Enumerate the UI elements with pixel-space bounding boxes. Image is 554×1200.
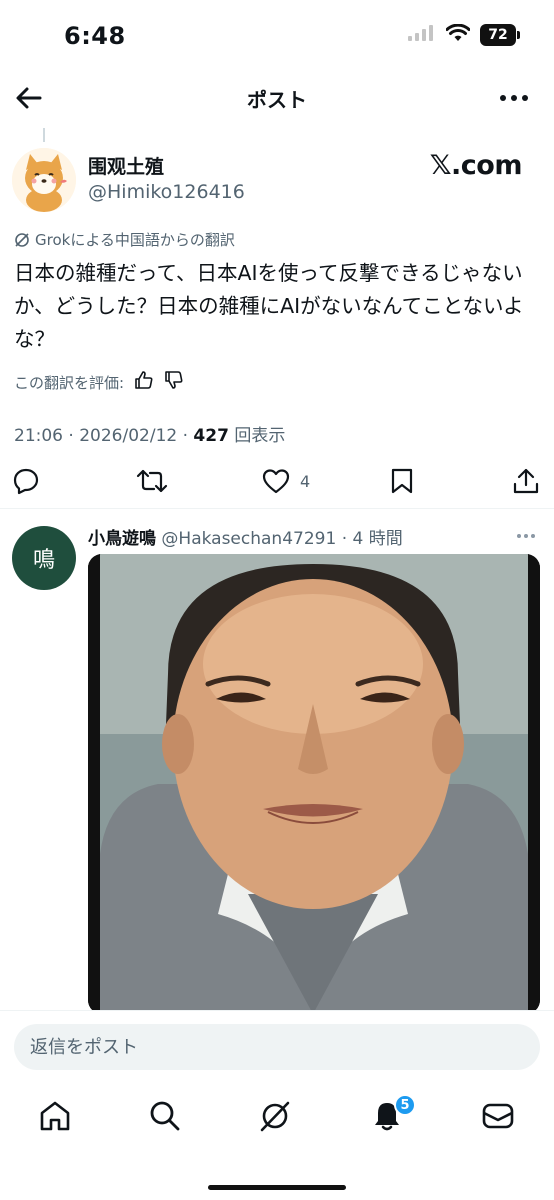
search-icon <box>150 1101 180 1131</box>
share-button[interactable] <box>512 466 540 496</box>
author-name[interactable]: 围观土殖 <box>88 152 164 179</box>
author-avatar[interactable] <box>12 148 76 212</box>
grok-icon <box>260 1101 290 1132</box>
nav-bar: ポスト <box>0 76 554 120</box>
bookmark-icon <box>391 468 413 494</box>
more-horizontal-icon <box>500 95 528 101</box>
tab-bar <box>0 1085 554 1145</box>
status-icons: 72 <box>408 23 520 46</box>
reply-input[interactable] <box>14 1024 540 1070</box>
reply-author-handle[interactable]: @Hakasechan47291 <box>161 529 336 549</box>
shiba-avatar-icon <box>12 148 76 212</box>
more-options-button[interactable] <box>498 84 530 112</box>
post-text: 日本の雑種だって、日本AIを使って反撃できるじゃないか、どうした？日本の雑種にA… <box>14 261 524 351</box>
reply-author-name[interactable]: 小鳥遊鳴 <box>88 529 156 549</box>
views-count: 427 <box>193 426 229 446</box>
views-label: 回表示 <box>234 426 286 446</box>
rate-label: この翻訳を評価: <box>14 373 125 392</box>
thumbs-down-icon[interactable] <box>164 370 184 394</box>
reply-more-button[interactable] <box>514 526 538 546</box>
signal-icon <box>408 25 436 45</box>
tab-home[interactable] <box>38 1099 72 1133</box>
wifi-icon <box>445 23 471 46</box>
reply-time: 4 時間 <box>352 529 403 549</box>
notification-badge: 5 <box>394 1094 416 1116</box>
more-horizontal-icon <box>517 534 535 538</box>
post-meta: 21:06 · 2026/02/12 · 427 回表示 <box>14 426 286 446</box>
home-indicator <box>208 1185 346 1190</box>
tab-messages[interactable] <box>481 1099 515 1133</box>
author-handle[interactable]: @Himiko126416 <box>88 181 245 203</box>
reply-media-image[interactable] <box>88 554 540 1014</box>
grok-icon <box>15 232 29 247</box>
reply-header: 小鳥遊鳴 @Hakasechan47291 · 4 時間 <box>88 529 403 549</box>
translation-note-text: Grokによる中国語からの翻訳 <box>35 231 235 249</box>
post-time: 21:06 <box>14 426 63 446</box>
translation-note[interactable]: Grokによる中国語からの翻訳 <box>14 229 235 250</box>
rate-translation-row: この翻訳を評価: <box>14 370 184 394</box>
share-icon <box>513 468 539 494</box>
mail-icon <box>482 1103 514 1129</box>
brand-label: 𝕏.com <box>429 150 523 181</box>
status-bar: 6:48 72 <box>0 0 554 72</box>
thumbs-up-icon[interactable] <box>134 370 154 394</box>
post-date: 2026/02/12 <box>79 426 178 446</box>
like-count: 4 <box>300 471 311 491</box>
status-time: 6:48 <box>64 22 126 50</box>
page-title: ポスト <box>247 88 307 112</box>
home-icon <box>40 1101 70 1131</box>
portrait-photo <box>88 554 540 1014</box>
heart-icon <box>262 469 290 494</box>
reply-button[interactable] <box>12 466 40 496</box>
battery-icon: 72 <box>480 24 520 46</box>
like-button[interactable]: 4 <box>262 466 310 496</box>
reply-icon <box>13 468 39 495</box>
reply-avatar[interactable]: 鳴 <box>12 526 76 590</box>
divider <box>0 508 554 509</box>
tab-grok[interactable] <box>258 1099 292 1133</box>
tab-search[interactable] <box>148 1099 182 1133</box>
repost-icon <box>136 469 168 493</box>
bookmark-button[interactable] <box>390 466 414 496</box>
post-action-bar: 4 <box>0 458 554 504</box>
repost-button[interactable] <box>136 466 168 496</box>
thread-line <box>43 128 45 142</box>
